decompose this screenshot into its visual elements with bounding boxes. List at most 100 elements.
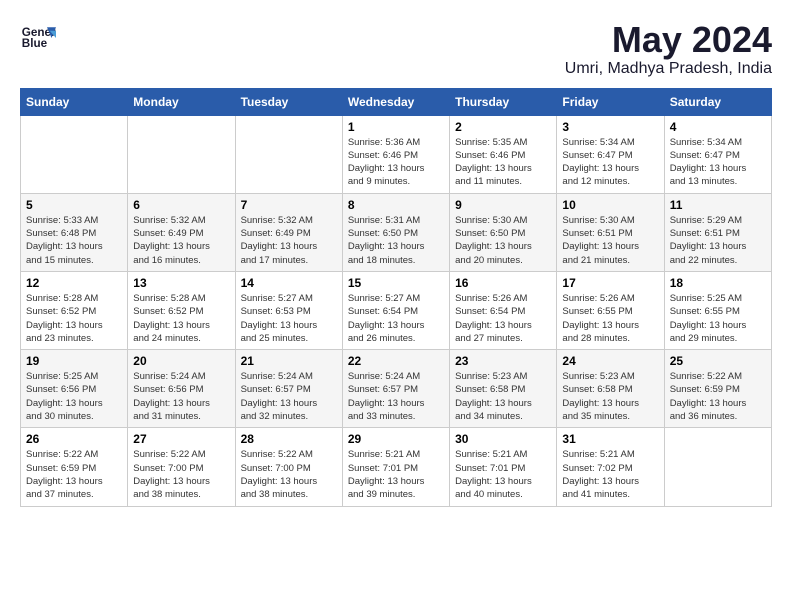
day-info: Sunrise: 5:26 AMSunset: 6:54 PMDaylight:… (455, 292, 551, 345)
calendar-cell: 14 Sunrise: 5:27 AMSunset: 6:53 PMDayligh… (235, 271, 342, 349)
day-number: 17 (562, 276, 658, 290)
day-number: 9 (455, 198, 551, 212)
day-info: Sunrise: 5:24 AMSunset: 6:56 PMDaylight:… (133, 370, 229, 423)
day-number: 14 (241, 276, 337, 290)
day-number: 20 (133, 354, 229, 368)
day-info: Sunrise: 5:26 AMSunset: 6:55 PMDaylight:… (562, 292, 658, 345)
calendar-week-2: 5 Sunrise: 5:33 AMSunset: 6:48 PMDaylight… (21, 193, 772, 271)
day-info: Sunrise: 5:33 AMSunset: 6:48 PMDaylight:… (26, 214, 122, 267)
day-info: Sunrise: 5:22 AMSunset: 6:59 PMDaylight:… (26, 448, 122, 501)
day-number: 11 (670, 198, 766, 212)
day-number: 7 (241, 198, 337, 212)
day-info: Sunrise: 5:34 AMSunset: 6:47 PMDaylight:… (562, 136, 658, 189)
day-number: 29 (348, 432, 444, 446)
day-number: 26 (26, 432, 122, 446)
calendar-cell: 22 Sunrise: 5:24 AMSunset: 6:57 PMDayligh… (342, 350, 449, 428)
day-info: Sunrise: 5:22 AMSunset: 7:00 PMDaylight:… (133, 448, 229, 501)
calendar-cell: 4Sunrise: 5:34 AMSunset: 6:47 PMDaylight… (664, 115, 771, 193)
col-header-friday: Friday (557, 88, 664, 115)
calendar-cell: 6Sunrise: 5:32 AMSunset: 6:49 PMDaylight… (128, 193, 235, 271)
day-number: 1 (348, 120, 444, 134)
day-number: 2 (455, 120, 551, 134)
title-area: May 2024 Umri, Madhya Pradesh, India (565, 20, 772, 78)
calendar-cell: 30 Sunrise: 5:21 AMSunset: 7:01 PMDayligh… (450, 428, 557, 506)
calendar-cell: 8 Sunrise: 5:31 AMSunset: 6:50 PMDaylight… (342, 193, 449, 271)
day-info: Sunrise: 5:27 AMSunset: 6:54 PMDaylight:… (348, 292, 444, 345)
day-info: Sunrise: 5:21 AMSunset: 7:01 PMDaylight:… (348, 448, 444, 501)
calendar-cell: 17 Sunrise: 5:26 AMSunset: 6:55 PMDayligh… (557, 271, 664, 349)
calendar-cell: 11 Sunrise: 5:29 AMSunset: 6:51 PMDayligh… (664, 193, 771, 271)
calendar-cell: 3 Sunrise: 5:34 AMSunset: 6:47 PMDaylight… (557, 115, 664, 193)
calendar-cell: 19Sunrise: 5:25 AMSunset: 6:56 PMDayligh… (21, 350, 128, 428)
day-number: 8 (348, 198, 444, 212)
page-title: May 2024 (565, 20, 772, 60)
day-number: 31 (562, 432, 658, 446)
calendar-cell: 10 Sunrise: 5:30 AMSunset: 6:51 PMDayligh… (557, 193, 664, 271)
day-number: 3 (562, 120, 658, 134)
calendar-cell: 16 Sunrise: 5:26 AMSunset: 6:54 PMDayligh… (450, 271, 557, 349)
calendar-cell: 29 Sunrise: 5:21 AMSunset: 7:01 PMDayligh… (342, 428, 449, 506)
calendar-cell: 27Sunrise: 5:22 AMSunset: 7:00 PMDayligh… (128, 428, 235, 506)
calendar-cell: 15 Sunrise: 5:27 AMSunset: 6:54 PMDayligh… (342, 271, 449, 349)
calendar-week-1: 1 Sunrise: 5:36 AMSunset: 6:46 PMDaylight… (21, 115, 772, 193)
day-info: Sunrise: 5:30 AMSunset: 6:51 PMDaylight:… (562, 214, 658, 267)
day-info: Sunrise: 5:28 AMSunset: 6:52 PMDaylight:… (133, 292, 229, 345)
day-number: 10 (562, 198, 658, 212)
calendar-week-4: 19Sunrise: 5:25 AMSunset: 6:56 PMDayligh… (21, 350, 772, 428)
col-header-saturday: Saturday (664, 88, 771, 115)
day-info: Sunrise: 5:35 AMSunset: 6:46 PMDaylight:… (455, 136, 551, 189)
calendar-cell: 23Sunrise: 5:23 AMSunset: 6:58 PMDayligh… (450, 350, 557, 428)
day-info: Sunrise: 5:22 AMSunset: 6:59 PMDaylight:… (670, 370, 766, 423)
calendar-cell: 18 Sunrise: 5:25 AMSunset: 6:55 PMDayligh… (664, 271, 771, 349)
day-number: 28 (241, 432, 337, 446)
day-number: 12 (26, 276, 122, 290)
page-subtitle: Umri, Madhya Pradesh, India (565, 60, 772, 78)
calendar-cell: 7 Sunrise: 5:32 AMSunset: 6:49 PMDaylight… (235, 193, 342, 271)
day-number: 16 (455, 276, 551, 290)
day-info: Sunrise: 5:32 AMSunset: 6:49 PMDaylight:… (241, 214, 337, 267)
svg-text:Blue: Blue (22, 37, 48, 50)
calendar-cell: 26 Sunrise: 5:22 AMSunset: 6:59 PMDayligh… (21, 428, 128, 506)
day-info: Sunrise: 5:24 AMSunset: 6:57 PMDaylight:… (348, 370, 444, 423)
day-info: Sunrise: 5:31 AMSunset: 6:50 PMDaylight:… (348, 214, 444, 267)
col-header-wednesday: Wednesday (342, 88, 449, 115)
calendar-table: SundayMondayTuesdayWednesdayThursdayFrid… (20, 88, 772, 507)
day-info: Sunrise: 5:27 AMSunset: 6:53 PMDaylight:… (241, 292, 337, 345)
calendar-cell: 28 Sunrise: 5:22 AMSunset: 7:00 PMDayligh… (235, 428, 342, 506)
day-number: 5 (26, 198, 122, 212)
col-header-monday: Monday (128, 88, 235, 115)
day-number: 22 (348, 354, 444, 368)
day-info: Sunrise: 5:36 AMSunset: 6:46 PMDaylight:… (348, 136, 444, 189)
day-number: 18 (670, 276, 766, 290)
day-info: Sunrise: 5:25 AMSunset: 6:55 PMDaylight:… (670, 292, 766, 345)
col-header-tuesday: Tuesday (235, 88, 342, 115)
day-info: Sunrise: 5:32 AMSunset: 6:49 PMDaylight:… (133, 214, 229, 267)
day-number: 19 (26, 354, 122, 368)
calendar-cell: 24Sunrise: 5:23 AMSunset: 6:58 PMDayligh… (557, 350, 664, 428)
day-info: Sunrise: 5:22 AMSunset: 7:00 PMDaylight:… (241, 448, 337, 501)
day-number: 25 (670, 354, 766, 368)
day-info: Sunrise: 5:29 AMSunset: 6:51 PMDaylight:… (670, 214, 766, 267)
calendar-cell (128, 115, 235, 193)
calendar-cell: 9Sunrise: 5:30 AMSunset: 6:50 PMDaylight… (450, 193, 557, 271)
calendar-cell: 12 Sunrise: 5:28 AMSunset: 6:52 PMDayligh… (21, 271, 128, 349)
day-number: 21 (241, 354, 337, 368)
calendar-cell: 2 Sunrise: 5:35 AMSunset: 6:46 PMDaylight… (450, 115, 557, 193)
calendar-header-row: SundayMondayTuesdayWednesdayThursdayFrid… (21, 88, 772, 115)
calendar-cell: 5 Sunrise: 5:33 AMSunset: 6:48 PMDaylight… (21, 193, 128, 271)
day-info: Sunrise: 5:21 AMSunset: 7:02 PMDaylight:… (562, 448, 658, 501)
calendar-cell: 20 Sunrise: 5:24 AMSunset: 6:56 PMDayligh… (128, 350, 235, 428)
day-number: 13 (133, 276, 229, 290)
day-info: Sunrise: 5:28 AMSunset: 6:52 PMDaylight:… (26, 292, 122, 345)
calendar-cell: 21Sunrise: 5:24 AMSunset: 6:57 PMDayligh… (235, 350, 342, 428)
day-number: 23 (455, 354, 551, 368)
logo-icon: General Blue (20, 20, 56, 56)
day-info: Sunrise: 5:21 AMSunset: 7:01 PMDaylight:… (455, 448, 551, 501)
col-header-sunday: Sunday (21, 88, 128, 115)
col-header-thursday: Thursday (450, 88, 557, 115)
calendar-cell (664, 428, 771, 506)
day-number: 30 (455, 432, 551, 446)
day-number: 15 (348, 276, 444, 290)
page-header: General Blue May 2024 Umri, Madhya Prade… (20, 20, 772, 78)
calendar-week-3: 12 Sunrise: 5:28 AMSunset: 6:52 PMDayligh… (21, 271, 772, 349)
